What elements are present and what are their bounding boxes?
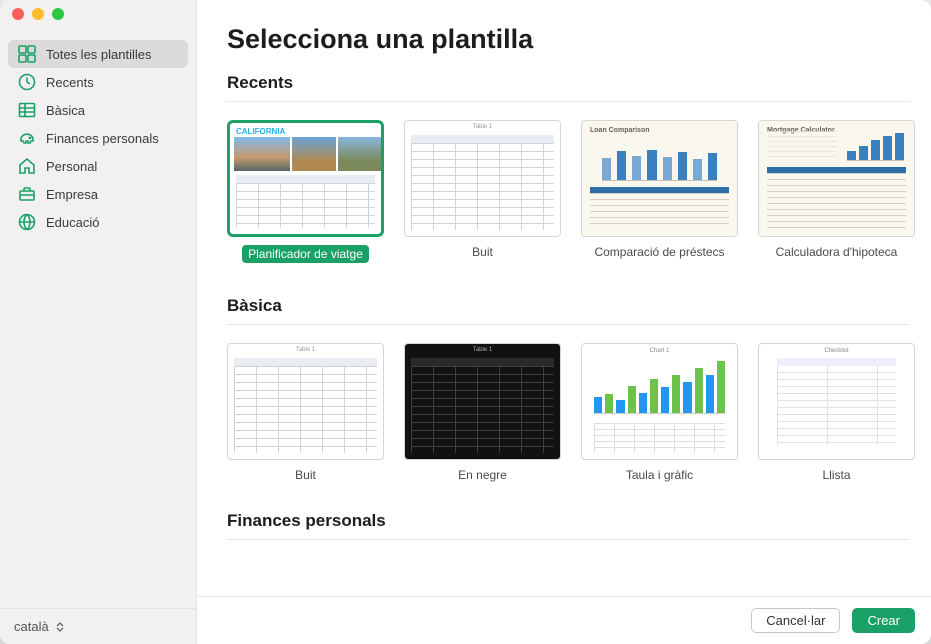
sidebar-item-piggy[interactable]: Finances personals: [8, 124, 188, 152]
globe-icon: [18, 213, 36, 231]
template-caption: Taula i gràfic: [581, 468, 738, 482]
create-button[interactable]: Crear: [852, 608, 915, 633]
template-row: Table 1 Buit Table 1 En negre Chart 1 Taula i…: [227, 325, 931, 496]
template-caption: Buit: [227, 468, 384, 482]
template-caption: Buit: [404, 245, 561, 259]
main-area: Selecciona una plantilla Recents CALIFORN…: [197, 0, 931, 644]
clock-icon: [18, 73, 36, 91]
piggy-icon: [18, 129, 36, 147]
briefcase-icon: [18, 185, 36, 203]
window-titlebar: [0, 0, 64, 28]
sidebar-item-label: Finances personals: [46, 131, 159, 146]
language-picker[interactable]: català: [0, 608, 196, 644]
template-tile[interactable]: Chart 1 Taula i gràfic: [581, 343, 738, 482]
sidebar-item-label: Personal: [46, 159, 97, 174]
template-thumbnail: Table 1: [404, 120, 561, 237]
sidebar-item-label: Totes les plantilles: [46, 47, 152, 62]
template-thumbnail: Mortgage Calculator: [758, 120, 915, 237]
template-tile[interactable]: Checklist Llista: [758, 343, 915, 482]
template-tile[interactable]: Mortgage Calculator Calculadora d'hipotec…: [758, 120, 915, 268]
sidebar-item-grid[interactable]: Totes les plantilles: [8, 40, 188, 68]
template-thumbnail: Chart 1: [581, 343, 738, 460]
template-thumbnail: Loan Comparison: [581, 120, 738, 237]
template-caption: Planificador de viatge: [242, 245, 369, 263]
zoom-window-button[interactable]: [52, 8, 64, 20]
section-recents: Recents CALIFORNIA Planificador de viatge T…: [227, 73, 931, 282]
close-window-button[interactable]: [12, 8, 24, 20]
sidebar-item-briefcase[interactable]: Empresa: [8, 180, 188, 208]
sidebar-item-label: Recents: [46, 75, 94, 90]
sidebar-item-label: Empresa: [46, 187, 98, 202]
table-icon: [18, 101, 36, 119]
home-icon: [18, 157, 36, 175]
sidebar-item-label: Educació: [46, 215, 99, 230]
template-thumbnail: CALIFORNIA: [227, 120, 384, 237]
sidebar-item-globe[interactable]: Educació: [8, 208, 188, 236]
template-caption: Comparació de préstecs: [581, 245, 738, 259]
sidebar-item-label: Bàsica: [46, 103, 85, 118]
footer-bar: Cancel·lar Crear: [197, 596, 931, 644]
template-caption: Calculadora d'hipoteca: [758, 245, 915, 259]
sidebar: Totes les plantilles Recents Bàsica Finance…: [0, 0, 197, 644]
content-scroll[interactable]: Selecciona una plantilla Recents CALIFORN…: [197, 0, 931, 596]
cancel-button[interactable]: Cancel·lar: [751, 608, 840, 633]
template-caption: En negre: [404, 468, 561, 482]
sidebar-item-clock[interactable]: Recents: [8, 68, 188, 96]
section-title: Finances personals: [227, 511, 909, 540]
section-finances-personals: Finances personals: [227, 511, 931, 540]
template-tile[interactable]: Table 1 Buit: [404, 120, 561, 268]
template-thumbnail: Table 1: [227, 343, 384, 460]
sidebar-list: Totes les plantilles Recents Bàsica Finance…: [0, 40, 196, 236]
template-tile[interactable]: Loan Comparison Comparació de préstecs: [581, 120, 738, 268]
page-title: Selecciona una plantilla: [227, 24, 931, 55]
sidebar-item-table[interactable]: Bàsica: [8, 96, 188, 124]
language-label: català: [14, 619, 49, 634]
sidebar-item-home[interactable]: Personal: [8, 152, 188, 180]
minimize-window-button[interactable]: [32, 8, 44, 20]
section-title: Bàsica: [227, 296, 909, 325]
template-caption: Llista: [758, 468, 915, 482]
template-tile[interactable]: Table 1 En negre: [404, 343, 561, 482]
template-tile[interactable]: CALIFORNIA Planificador de viatge: [227, 120, 384, 268]
template-chooser-window: Totes les plantilles Recents Bàsica Finance…: [0, 0, 931, 644]
template-tile[interactable]: Table 1 Buit: [227, 343, 384, 482]
section-title: Recents: [227, 73, 909, 102]
grid-icon: [18, 45, 36, 63]
updown-icon: [55, 622, 65, 632]
section-bàsica: BàsicaTable 1BuitTable 1En negreChart 1T…: [227, 296, 931, 496]
template-thumbnail: Checklist: [758, 343, 915, 460]
template-row: CALIFORNIA Planificador de viatge Table 1 B…: [227, 102, 931, 282]
template-thumbnail: Table 1: [404, 343, 561, 460]
